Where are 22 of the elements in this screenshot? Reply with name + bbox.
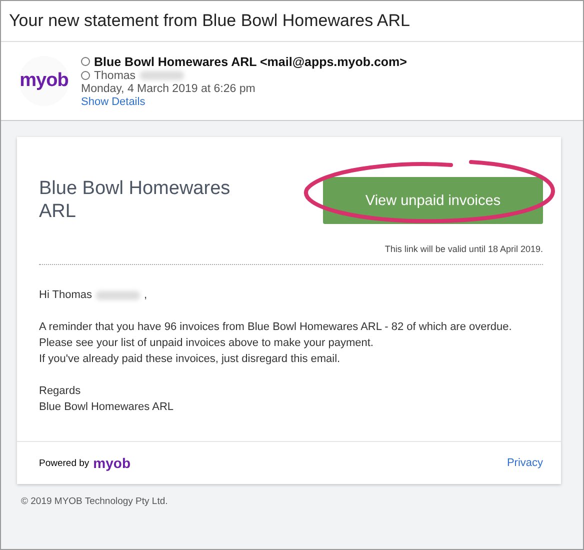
copyright-text: © 2019 MYOB Technology Pty Ltd. [20, 495, 169, 507]
email-date: Monday, 4 March 2019 at 6:26 pm [81, 82, 256, 94]
sender-logo: myob [19, 56, 69, 106]
company-name: Blue Bowl Homewares ARL [39, 177, 232, 224]
blurred-surname [140, 71, 184, 80]
show-details-link[interactable]: Show Details [81, 96, 146, 108]
footer-logo: myob [93, 455, 131, 471]
greeting-comma: , [144, 288, 148, 303]
recipient-name: Thomas [94, 70, 136, 82]
link-validity-note: This link will be valid until 18 April 2019. [384, 244, 543, 254]
privacy-link[interactable]: Privacy [506, 457, 543, 469]
message-text: If you've already paid these invoices, just disregard this email. [39, 352, 342, 367]
signoff-text: Regards [39, 384, 82, 399]
email-subject: Your new statement from Blue Bowl Homewares ARL [1, 1, 583, 42]
greeting: Hi Thomas [39, 288, 92, 303]
powered-by-text: Powered by [39, 458, 90, 468]
message-text: Please see your list of unpaid invoices above to make your payment. [39, 336, 374, 351]
signoff-text: Blue Bowl Homewares ARL [39, 400, 175, 415]
sender-address: Blue Bowl Homewares ARL <mail@apps.myob.com> [94, 54, 407, 68]
blurred-surname [96, 290, 140, 300]
message-text: A reminder that you have 96 invoices from Blue Bowl Homewares ARL - 82 of which are overdue. [39, 320, 513, 335]
view-invoices-button[interactable]: View unpaid invoices [323, 177, 543, 224]
